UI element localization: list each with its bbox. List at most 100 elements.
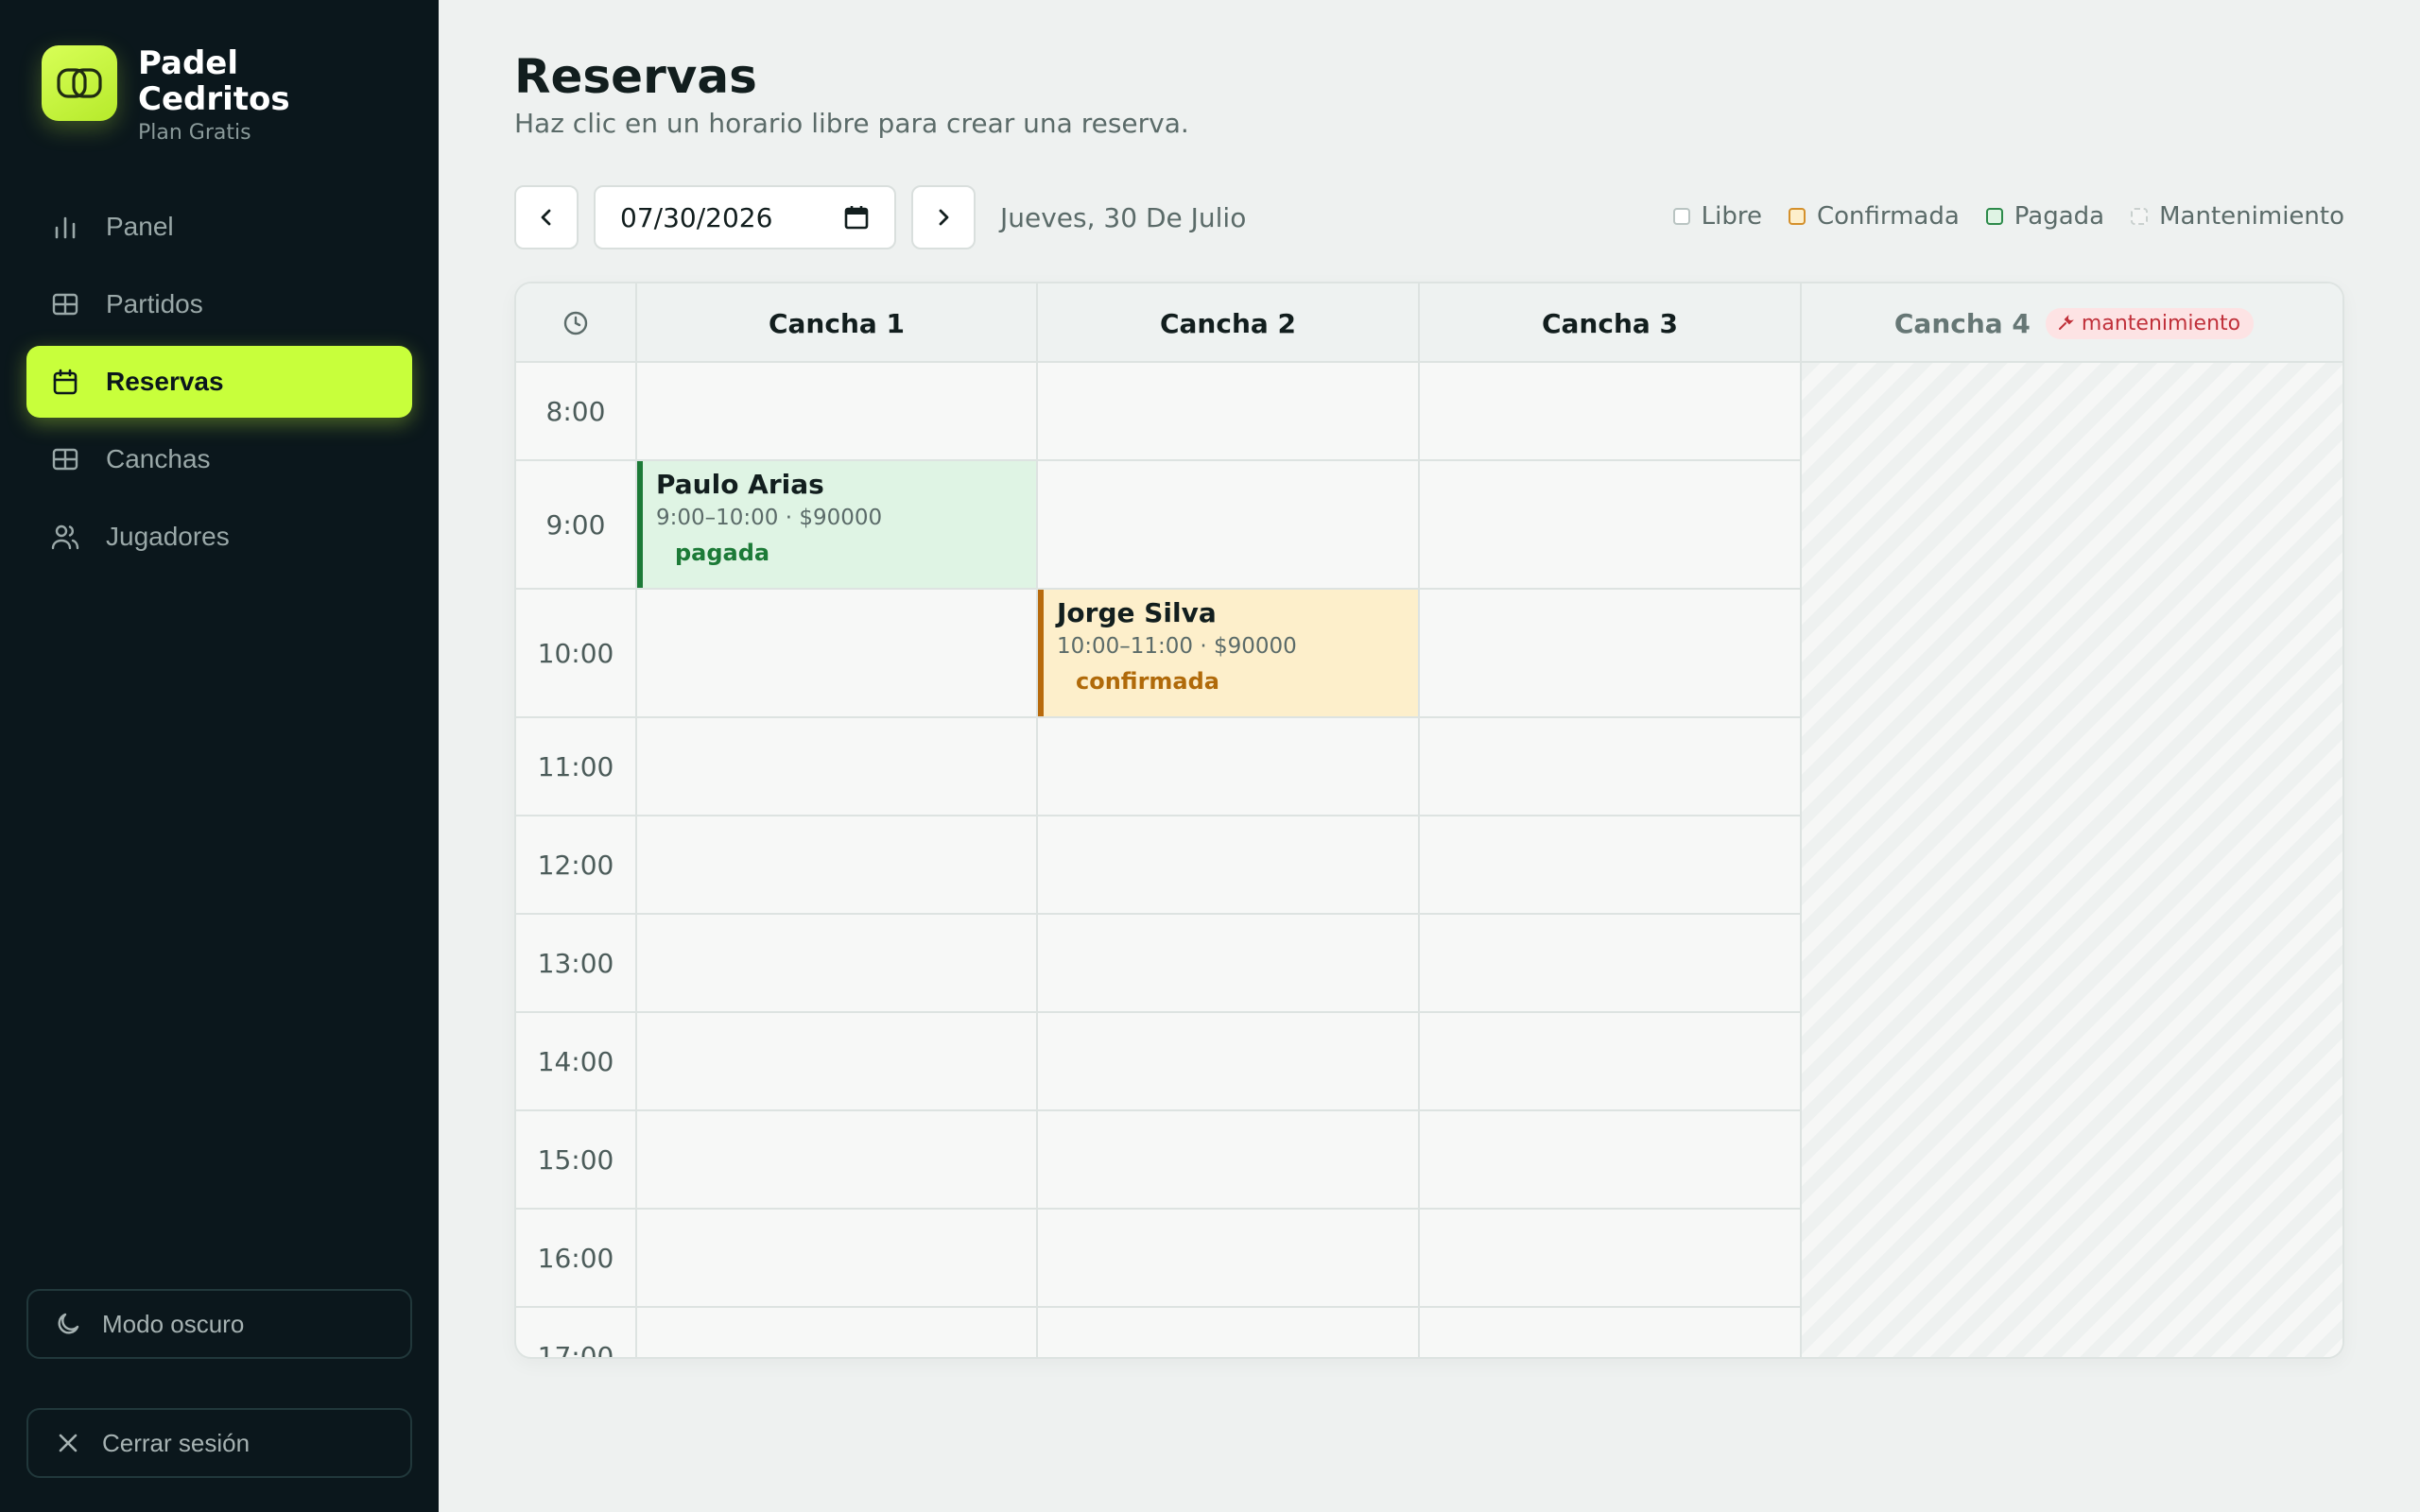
calendar-header: Cancha 1 Cancha 2 Cancha 3 Cancha 4 mant… [516,284,2342,363]
time-label: 10:00 [516,590,635,718]
court-header-1: Cancha 1 [635,284,1036,363]
users-icon [49,521,81,553]
free-slot[interactable] [635,1308,1036,1357]
free-slot[interactable] [635,590,1036,718]
legend-swatch [1788,208,1806,225]
bar-chart-icon [49,211,81,243]
close-icon [53,1428,83,1458]
free-slot[interactable] [1036,1013,1418,1111]
clock-icon [563,311,588,335]
time-label: 15:00 [516,1111,635,1210]
free-slot[interactable] [1036,915,1418,1013]
previous-day-button[interactable] [514,185,579,249]
booking-card[interactable]: Paulo Arias 9:00–10:00 · $90000 pagada [637,461,1036,588]
chevron-right-icon [939,209,949,226]
legend-swatch [1672,208,1690,225]
free-slot[interactable] [1036,1308,1418,1357]
booking-time-price: 9:00–10:00 · $90000 [656,506,883,530]
maintenance-badge-label: mantenimiento [2081,311,2241,335]
main-content: Reservas Haz clic en un horario libre pa… [439,0,2420,1512]
logout-label: Cerrar sesión [102,1428,251,1457]
sidebar-item-label: Panel [106,212,174,241]
court-header-3: Cancha 3 [1418,284,1800,363]
legend-item-libre: Libre [1672,202,1762,231]
logout-button[interactable]: Cerrar sesión [26,1408,412,1478]
booking-card[interactable]: Jorge Silva 10:00–11:00 · $90000 confirmad… [1038,590,1418,716]
free-slot[interactable] [635,915,1036,1013]
booking-status: confirmada [1076,668,1220,695]
wrench-icon [2058,315,2074,330]
moon-icon [53,1309,83,1339]
sidebar: Padel Cedritos Plan Gratis Panel Partido… [0,0,439,1512]
brand-plan: Plan Gratis [138,121,251,145]
grid-icon [49,443,81,475]
free-slot[interactable] [635,718,1036,816]
free-slot[interactable] [1036,1111,1418,1210]
status-legend: Libre Confirmada Pagada Mantenimiento [1647,202,2344,231]
sidebar-nav: Panel Partidos Reservas Canchas Jugadore… [26,191,412,578]
maintenance-column [1800,363,2342,1357]
date-field[interactable]: 07/30/2026 [594,185,896,249]
free-slot[interactable] [1418,1308,1800,1357]
sidebar-item-label: Jugadores [106,522,230,551]
sidebar-item-panel[interactable]: Panel [26,191,412,263]
time-label: 9:00 [516,461,635,590]
free-slot[interactable] [635,1111,1036,1210]
date-label: Jueves, 30 De Julio [1000,201,1247,233]
sidebar-item-partidos[interactable]: Partidos [26,268,412,340]
booking-status: pagada [675,540,770,566]
free-slot[interactable] [1418,461,1800,590]
chevron-left-icon [541,209,551,226]
time-label: 16:00 [516,1210,635,1308]
time-label: 13:00 [516,915,635,1013]
legend-label: Confirmada [1816,202,1960,231]
date-toolbar: 07/30/2026 Jueves, 30 De Julio [514,185,1246,249]
free-slot[interactable] [1418,718,1800,816]
free-slot[interactable] [1418,816,1800,915]
legend-swatch [1985,208,2003,225]
free-slot[interactable] [1418,363,1800,461]
free-slot[interactable] [1036,363,1418,461]
free-slot[interactable] [1418,1210,1800,1308]
time-label: 8:00 [516,363,635,461]
free-slot[interactable] [635,1013,1036,1111]
court-header-4: Cancha 4 mantenimiento [1800,284,2342,363]
free-slot[interactable] [1418,1111,1800,1210]
booking-time-price: 10:00–11:00 · $90000 [1057,634,1297,659]
free-slot[interactable] [1418,1013,1800,1111]
booking-player-name: Jorge Silva [1057,597,1217,628]
free-slot[interactable] [635,816,1036,915]
page-subtitle: Haz clic en un horario libre para crear … [514,108,1189,139]
sidebar-item-label: Partidos [106,289,203,318]
time-label: 11:00 [516,718,635,816]
free-slot[interactable] [1036,1210,1418,1308]
legend-label: Pagada [2014,202,2105,231]
free-slot[interactable] [1418,915,1800,1013]
sidebar-item-reservas[interactable]: Reservas [26,346,412,418]
time-label: 14:00 [516,1013,635,1111]
free-slot[interactable] [1418,590,1800,718]
calendar-icon [49,366,81,398]
sidebar-item-label: Reservas [106,367,224,396]
free-slot[interactable] [1036,461,1418,590]
court-name: Cancha 2 [1159,307,1297,339]
page-title: Reservas [514,49,757,104]
legend-item-pagada: Pagada [1985,202,2105,231]
sidebar-item-canchas[interactable]: Canchas [26,423,412,495]
dark-mode-button[interactable]: Modo oscuro [26,1289,412,1359]
brand-logo-icon [42,45,117,121]
free-slot[interactable] [635,363,1036,461]
calendar-grid: 8:00 9:00 10:00 11:00 12:00 13:00 14:00 15:00 16… [516,363,2342,1357]
legend-label: Libre [1701,202,1762,231]
free-slot[interactable] [1036,816,1418,915]
calendar-picker-icon[interactable] [843,204,870,231]
free-slot[interactable] [635,1210,1036,1308]
maintenance-badge: mantenimiento [2045,307,2255,339]
next-day-button[interactable] [911,185,976,249]
dark-mode-label: Modo oscuro [102,1309,245,1338]
free-slot[interactable] [1036,718,1418,816]
sidebar-item-jugadores[interactable]: Jugadores [26,501,412,573]
court-name: Cancha 4 [1893,307,2031,339]
grid-icon [49,288,81,320]
booking-calendar: Cancha 1 Cancha 2 Cancha 3 Cancha 4 mant… [514,282,2344,1359]
